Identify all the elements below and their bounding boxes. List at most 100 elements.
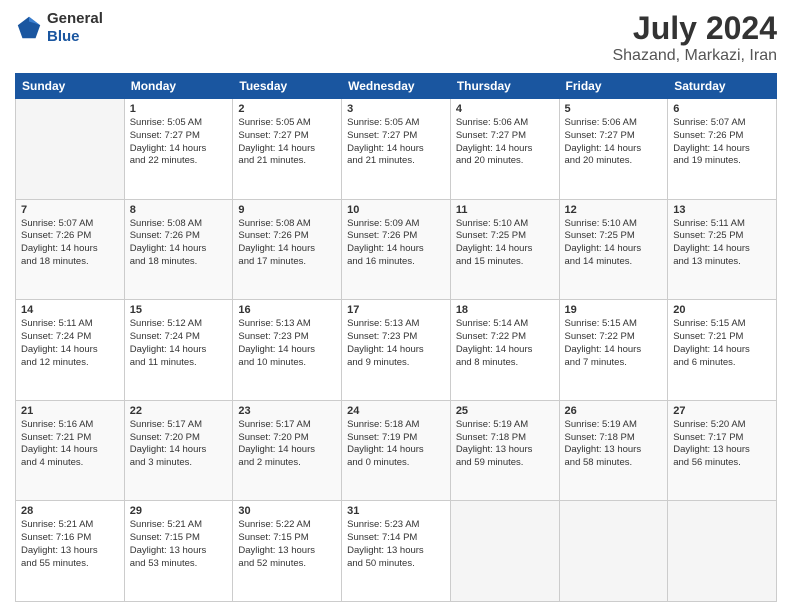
day-info: Sunrise: 5:14 AMSunset: 7:22 PMDaylight:… bbox=[456, 318, 554, 369]
day-info: Sunrise: 5:11 AMSunset: 7:25 PMDaylight:… bbox=[673, 218, 771, 269]
calendar-cell: 2 Sunrise: 5:05 AMSunset: 7:27 PMDayligh… bbox=[233, 99, 342, 200]
calendar-cell: 15 Sunrise: 5:12 AMSunset: 7:24 PMDaylig… bbox=[124, 300, 233, 401]
header-sunday: Sunday bbox=[16, 74, 125, 99]
day-number: 26 bbox=[565, 405, 663, 417]
day-info: Sunrise: 5:23 AMSunset: 7:14 PMDaylight:… bbox=[347, 519, 445, 570]
day-number: 6 bbox=[673, 103, 771, 115]
day-number: 12 bbox=[565, 204, 663, 216]
day-number: 13 bbox=[673, 204, 771, 216]
day-info: Sunrise: 5:09 AMSunset: 7:26 PMDaylight:… bbox=[347, 218, 445, 269]
day-number: 31 bbox=[347, 505, 445, 517]
calendar-cell: 22 Sunrise: 5:17 AMSunset: 7:20 PMDaylig… bbox=[124, 400, 233, 501]
day-number: 3 bbox=[347, 103, 445, 115]
calendar-header-row: Sunday Monday Tuesday Wednesday Thursday… bbox=[16, 74, 777, 99]
day-info: Sunrise: 5:17 AMSunset: 7:20 PMDaylight:… bbox=[238, 419, 336, 470]
calendar-cell bbox=[559, 501, 668, 602]
day-number: 28 bbox=[21, 505, 119, 517]
calendar-table: Sunday Monday Tuesday Wednesday Thursday… bbox=[15, 73, 777, 602]
title-block: July 2024 Shazand, Markazi, Iran bbox=[612, 10, 777, 65]
calendar-cell bbox=[668, 501, 777, 602]
logo-icon bbox=[15, 14, 43, 42]
day-info: Sunrise: 5:05 AMSunset: 7:27 PMDaylight:… bbox=[238, 117, 336, 168]
day-number: 5 bbox=[565, 103, 663, 115]
calendar-cell: 26 Sunrise: 5:19 AMSunset: 7:18 PMDaylig… bbox=[559, 400, 668, 501]
day-info: Sunrise: 5:13 AMSunset: 7:23 PMDaylight:… bbox=[347, 318, 445, 369]
day-number: 11 bbox=[456, 204, 554, 216]
day-number: 15 bbox=[130, 304, 228, 316]
calendar-cell: 5 Sunrise: 5:06 AMSunset: 7:27 PMDayligh… bbox=[559, 99, 668, 200]
calendar-cell: 13 Sunrise: 5:11 AMSunset: 7:25 PMDaylig… bbox=[668, 199, 777, 300]
day-number: 27 bbox=[673, 405, 771, 417]
calendar-cell: 7 Sunrise: 5:07 AMSunset: 7:26 PMDayligh… bbox=[16, 199, 125, 300]
header-tuesday: Tuesday bbox=[233, 74, 342, 99]
day-number: 10 bbox=[347, 204, 445, 216]
day-number: 18 bbox=[456, 304, 554, 316]
calendar-cell: 29 Sunrise: 5:21 AMSunset: 7:15 PMDaylig… bbox=[124, 501, 233, 602]
calendar-cell bbox=[450, 501, 559, 602]
calendar-cell: 4 Sunrise: 5:06 AMSunset: 7:27 PMDayligh… bbox=[450, 99, 559, 200]
day-info: Sunrise: 5:07 AMSunset: 7:26 PMDaylight:… bbox=[673, 117, 771, 168]
day-info: Sunrise: 5:15 AMSunset: 7:22 PMDaylight:… bbox=[565, 318, 663, 369]
day-number: 7 bbox=[21, 204, 119, 216]
calendar-cell: 27 Sunrise: 5:20 AMSunset: 7:17 PMDaylig… bbox=[668, 400, 777, 501]
calendar-cell: 19 Sunrise: 5:15 AMSunset: 7:22 PMDaylig… bbox=[559, 300, 668, 401]
day-info: Sunrise: 5:13 AMSunset: 7:23 PMDaylight:… bbox=[238, 318, 336, 369]
day-info: Sunrise: 5:06 AMSunset: 7:27 PMDaylight:… bbox=[456, 117, 554, 168]
day-info: Sunrise: 5:18 AMSunset: 7:19 PMDaylight:… bbox=[347, 419, 445, 470]
day-info: Sunrise: 5:19 AMSunset: 7:18 PMDaylight:… bbox=[456, 419, 554, 470]
day-info: Sunrise: 5:05 AMSunset: 7:27 PMDaylight:… bbox=[347, 117, 445, 168]
logo-blue-text: Blue bbox=[47, 28, 103, 46]
calendar-subtitle: Shazand, Markazi, Iran bbox=[612, 47, 777, 65]
day-info: Sunrise: 5:10 AMSunset: 7:25 PMDaylight:… bbox=[565, 218, 663, 269]
calendar-cell: 30 Sunrise: 5:22 AMSunset: 7:15 PMDaylig… bbox=[233, 501, 342, 602]
day-number: 19 bbox=[565, 304, 663, 316]
day-info: Sunrise: 5:22 AMSunset: 7:15 PMDaylight:… bbox=[238, 519, 336, 570]
calendar-cell bbox=[16, 99, 125, 200]
day-info: Sunrise: 5:11 AMSunset: 7:24 PMDaylight:… bbox=[21, 318, 119, 369]
calendar-cell: 25 Sunrise: 5:19 AMSunset: 7:18 PMDaylig… bbox=[450, 400, 559, 501]
header-thursday: Thursday bbox=[450, 74, 559, 99]
day-number: 21 bbox=[21, 405, 119, 417]
calendar-cell: 6 Sunrise: 5:07 AMSunset: 7:26 PMDayligh… bbox=[668, 99, 777, 200]
calendar-cell: 21 Sunrise: 5:16 AMSunset: 7:21 PMDaylig… bbox=[16, 400, 125, 501]
header-saturday: Saturday bbox=[668, 74, 777, 99]
day-info: Sunrise: 5:19 AMSunset: 7:18 PMDaylight:… bbox=[565, 419, 663, 470]
calendar-cell: 12 Sunrise: 5:10 AMSunset: 7:25 PMDaylig… bbox=[559, 199, 668, 300]
calendar-week-4: 21 Sunrise: 5:16 AMSunset: 7:21 PMDaylig… bbox=[16, 400, 777, 501]
calendar-week-2: 7 Sunrise: 5:07 AMSunset: 7:26 PMDayligh… bbox=[16, 199, 777, 300]
calendar-cell: 14 Sunrise: 5:11 AMSunset: 7:24 PMDaylig… bbox=[16, 300, 125, 401]
day-number: 2 bbox=[238, 103, 336, 115]
day-info: Sunrise: 5:12 AMSunset: 7:24 PMDaylight:… bbox=[130, 318, 228, 369]
header-wednesday: Wednesday bbox=[342, 74, 451, 99]
day-number: 23 bbox=[238, 405, 336, 417]
day-number: 20 bbox=[673, 304, 771, 316]
calendar-week-5: 28 Sunrise: 5:21 AMSunset: 7:16 PMDaylig… bbox=[16, 501, 777, 602]
day-info: Sunrise: 5:08 AMSunset: 7:26 PMDaylight:… bbox=[130, 218, 228, 269]
calendar-title: July 2024 bbox=[612, 10, 777, 47]
day-number: 16 bbox=[238, 304, 336, 316]
header-friday: Friday bbox=[559, 74, 668, 99]
page-header: General Blue July 2024 Shazand, Markazi,… bbox=[15, 10, 777, 65]
calendar-cell: 23 Sunrise: 5:17 AMSunset: 7:20 PMDaylig… bbox=[233, 400, 342, 501]
calendar-cell: 20 Sunrise: 5:15 AMSunset: 7:21 PMDaylig… bbox=[668, 300, 777, 401]
day-number: 24 bbox=[347, 405, 445, 417]
day-number: 22 bbox=[130, 405, 228, 417]
day-info: Sunrise: 5:21 AMSunset: 7:16 PMDaylight:… bbox=[21, 519, 119, 570]
day-info: Sunrise: 5:20 AMSunset: 7:17 PMDaylight:… bbox=[673, 419, 771, 470]
day-info: Sunrise: 5:10 AMSunset: 7:25 PMDaylight:… bbox=[456, 218, 554, 269]
calendar-cell: 28 Sunrise: 5:21 AMSunset: 7:16 PMDaylig… bbox=[16, 501, 125, 602]
calendar-week-3: 14 Sunrise: 5:11 AMSunset: 7:24 PMDaylig… bbox=[16, 300, 777, 401]
day-number: 29 bbox=[130, 505, 228, 517]
calendar-cell: 8 Sunrise: 5:08 AMSunset: 7:26 PMDayligh… bbox=[124, 199, 233, 300]
calendar-cell: 17 Sunrise: 5:13 AMSunset: 7:23 PMDaylig… bbox=[342, 300, 451, 401]
day-number: 17 bbox=[347, 304, 445, 316]
day-info: Sunrise: 5:17 AMSunset: 7:20 PMDaylight:… bbox=[130, 419, 228, 470]
logo-general-text: General bbox=[47, 10, 103, 28]
calendar-cell: 18 Sunrise: 5:14 AMSunset: 7:22 PMDaylig… bbox=[450, 300, 559, 401]
calendar-cell: 11 Sunrise: 5:10 AMSunset: 7:25 PMDaylig… bbox=[450, 199, 559, 300]
day-info: Sunrise: 5:06 AMSunset: 7:27 PMDaylight:… bbox=[565, 117, 663, 168]
day-number: 25 bbox=[456, 405, 554, 417]
header-monday: Monday bbox=[124, 74, 233, 99]
day-info: Sunrise: 5:21 AMSunset: 7:15 PMDaylight:… bbox=[130, 519, 228, 570]
calendar-cell: 24 Sunrise: 5:18 AMSunset: 7:19 PMDaylig… bbox=[342, 400, 451, 501]
